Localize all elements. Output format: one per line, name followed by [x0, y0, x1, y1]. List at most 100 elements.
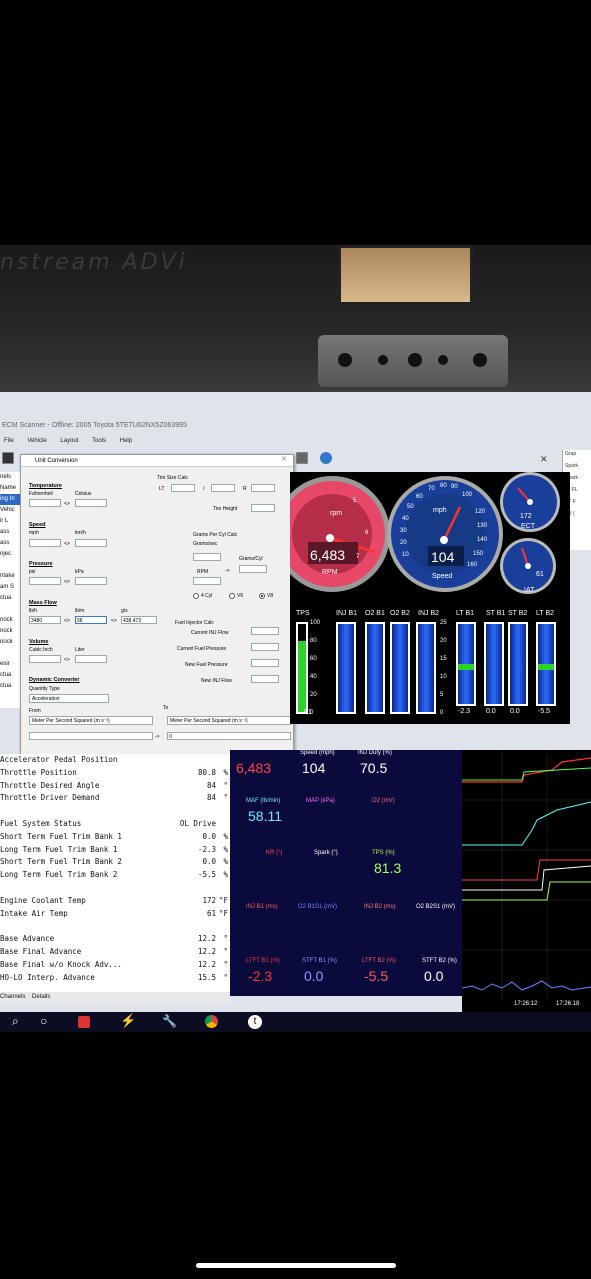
channel-list-item[interactable]: ass [0, 538, 22, 549]
chart-icon[interactable] [296, 452, 308, 464]
dialog-close-icon[interactable]: ✕ [281, 455, 287, 463]
table-row[interactable]: Intake Air Temp 61 °F [0, 908, 230, 920]
quantity-type-select[interactable]: Acceleration [29, 694, 109, 703]
home-indicator[interactable] [196, 1263, 396, 1268]
channel-list-item[interactable] [0, 560, 22, 571]
tach-value: 6,483 [310, 547, 345, 563]
task-view-icon[interactable]: ○ [40, 1014, 47, 1028]
row-name: Short Term Fuel Trim Bank 2 [0, 857, 122, 867]
channel-list-item[interactable]: esir [0, 659, 22, 670]
menu-vehicle[interactable]: Vehicle [27, 438, 46, 444]
menu-file[interactable]: File [4, 438, 14, 444]
wrench-icon[interactable]: 🔧 [162, 1014, 177, 1028]
to-value-input[interactable]: 0 [167, 732, 291, 740]
from-value-input[interactable] [29, 732, 153, 740]
app-icon[interactable] [78, 1016, 90, 1028]
table-row[interactable]: Long Term Fuel Trim Bank 1 -2.3% [0, 844, 230, 856]
rpm-input[interactable] [193, 577, 221, 585]
table-row[interactable]: Throttle Driver Demand 84 ° [0, 792, 230, 804]
new-fuel-pressure-input[interactable] [251, 659, 279, 667]
text-icon[interactable]: t [248, 1015, 262, 1029]
tire-ratio-input[interactable] [211, 484, 235, 492]
menu-help[interactable]: Help [120, 438, 132, 444]
current-inj-flow-input[interactable] [251, 627, 279, 635]
gs-input[interactable]: 438.473 [121, 616, 157, 624]
table-row[interactable]: Throttle Desired Angle 84 ° [0, 780, 230, 792]
ltft2-label: LTFT B2 (%) [362, 958, 396, 964]
mass-flow-header: Mass Flow [29, 600, 57, 606]
liter-input[interactable] [75, 655, 107, 663]
row-name: HO-LO Interp. Advance [0, 972, 95, 982]
table-row[interactable]: Short Term Fuel Trim Bank 2 0.0% [0, 856, 230, 868]
search-icon[interactable]: ⌕ [12, 1014, 19, 1029]
lbh-input[interactable]: 3480 [29, 616, 61, 624]
table-row[interactable]: Accelerator Pedal Position [0, 754, 230, 766]
from-unit-select[interactable]: Meter Per Second Squared (m s⁻²) [29, 716, 153, 725]
chrome-icon[interactable] [205, 1015, 218, 1028]
table-row[interactable]: Base Advance 12.2 ° [0, 933, 230, 945]
table-row[interactable]: Engine Coolant Temp 172 °F [0, 895, 230, 907]
ect-label: ECT [521, 523, 536, 530]
channel-list-item[interactable]: am S [0, 582, 22, 593]
grams-cyl-input[interactable] [239, 565, 267, 573]
menu-layout[interactable]: Layout [60, 438, 78, 444]
celsius-input[interactable] [75, 499, 107, 507]
v6-radio[interactable] [229, 593, 235, 599]
channel-list-item[interactable]: nock [0, 626, 22, 637]
table-row[interactable]: Short Term Fuel Trim Bank 1 0.0% [0, 831, 230, 843]
channel-list-item[interactable]: ir L [0, 516, 22, 527]
maf-label: MAF (lb/min) [246, 798, 281, 804]
table-row[interactable] [0, 882, 230, 894]
channel-list-item[interactable]: Name [0, 483, 22, 494]
tire-height-input[interactable] [251, 504, 275, 512]
channel-list-item[interactable]: ntake [0, 571, 22, 582]
psi-input[interactable] [29, 577, 61, 585]
tire-width-input[interactable] [171, 484, 195, 492]
table-row[interactable]: HO-LO Interp. Advance 15.5 ° [0, 972, 230, 984]
table-row[interactable]: Throttle Position 80.8% [0, 767, 230, 779]
kpa-input[interactable] [75, 577, 107, 585]
save-icon[interactable] [2, 452, 14, 464]
channel-list-item[interactable] [0, 604, 22, 615]
inj-duty-value: 70.5 [360, 760, 388, 776]
fahrenheit-input[interactable] [29, 499, 61, 507]
table-tab[interactable]: Channels [0, 994, 25, 1000]
table-row[interactable]: Base Final Advance 12.2 ° [0, 946, 230, 958]
lightning-icon[interactable]: ⚡ [120, 1013, 136, 1029]
channel-list-item[interactable] [0, 648, 22, 659]
row-unit: % [223, 844, 228, 854]
channel-list-item[interactable]: ass [0, 527, 22, 538]
channel-list-item[interactable]: njec [0, 549, 22, 560]
channel-list-item[interactable]: ctua [0, 670, 22, 681]
table-row[interactable]: Fuel System Status OL Drive [0, 818, 230, 830]
close-icon[interactable]: ✕ [540, 454, 548, 465]
table-row[interactable]: Long Term Fuel Trim Bank 2 -5.5% [0, 869, 230, 881]
menu-tools[interactable]: Tools [92, 438, 106, 444]
tire-rim-input[interactable] [251, 484, 275, 492]
table-row[interactable] [0, 805, 230, 817]
menu-bar: File Vehicle Layout Tools Help [0, 438, 300, 450]
cubic-inch-input[interactable] [29, 655, 61, 663]
mph-input[interactable] [29, 539, 61, 547]
cyl4-radio[interactable] [193, 593, 199, 599]
table-row[interactable] [0, 920, 230, 932]
kmh-input[interactable] [75, 539, 107, 547]
channel-list-item[interactable]: nock [0, 615, 22, 626]
new-inj-flow-input[interactable] [251, 675, 279, 683]
table-tab[interactable]: Details [32, 994, 50, 1000]
lbm-input[interactable]: 58 [75, 616, 107, 624]
grams-sec-input[interactable] [193, 553, 221, 561]
channel-list-item[interactable]: nels [0, 472, 22, 483]
lbm-label: lb/m [75, 608, 85, 614]
channel-list-item[interactable]: Vehic [0, 505, 22, 516]
channel-list-item[interactable]: ing In [0, 494, 22, 505]
v8-radio[interactable] [259, 593, 265, 599]
channel-list-item[interactable]: ctua [0, 681, 22, 692]
to-unit-select[interactable]: Meter Per Second Squared (m s⁻²) [167, 716, 291, 725]
channel-list-item[interactable]: nock [0, 637, 22, 648]
injb2-label: INJ B2 (ms) [364, 904, 396, 910]
info-icon[interactable] [320, 452, 332, 464]
table-row[interactable]: Base Final w/o Knock Adv... 12.2 ° [0, 959, 230, 971]
current-fuel-pressure-input[interactable] [251, 643, 279, 651]
channel-list-item[interactable]: ctua [0, 593, 22, 604]
